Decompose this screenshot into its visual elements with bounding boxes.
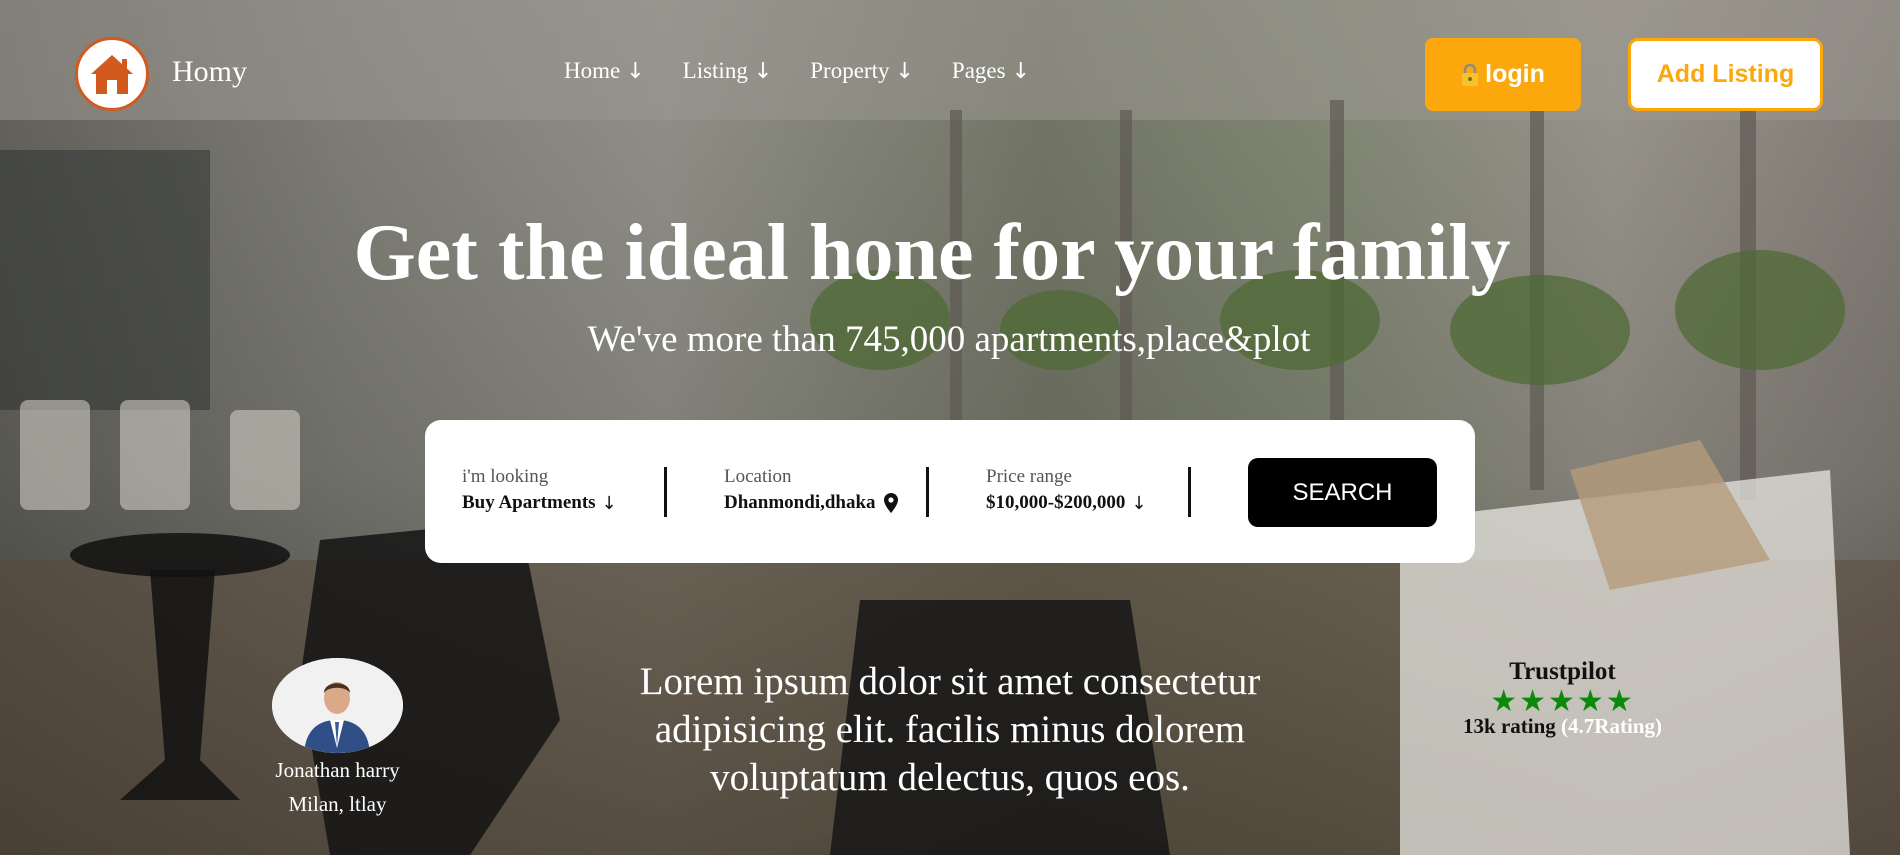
- nav-pages[interactable]: Pages ↓: [952, 58, 1030, 84]
- hero-subtitle: We've more than 745,000 apartments,place…: [0, 318, 1900, 361]
- location-label: Location: [724, 466, 792, 487]
- divider: [1188, 467, 1191, 517]
- brand-name[interactable]: Homy: [172, 55, 247, 89]
- trustpilot-title: Trustpilot: [1509, 658, 1616, 685]
- arrow-down-icon: ↓: [753, 58, 773, 84]
- home-icon: [91, 55, 133, 94]
- location-pin-icon: [883, 493, 898, 513]
- main-nav: Home ↓ Listing ↓ Property ↓ Pages ↓: [564, 58, 1068, 84]
- search-panel: i'm looking Buy Apartments ↓ Location Dh…: [425, 420, 1475, 563]
- add-listing-button[interactable]: Add Listing: [1628, 38, 1823, 111]
- trustpilot-rating: 13k rating (4.7Rating): [1440, 714, 1685, 739]
- login-label: login: [1485, 60, 1545, 88]
- looking-value: Buy Apartments: [462, 492, 596, 513]
- avatar: [272, 658, 403, 753]
- divider: [664, 467, 667, 517]
- price-value: $10,000-$200,000: [986, 492, 1126, 513]
- hero-title: Get the ideal hone for your family: [0, 205, 1900, 301]
- person-photo: [272, 658, 403, 753]
- testimonial-quote: Lorem ipsum dolor sit amet consectetur a…: [639, 660, 1261, 799]
- divider: [926, 467, 929, 517]
- arrow-down-icon: ↓: [626, 58, 645, 84]
- location-value: Dhanmondi,dhaka: [724, 492, 876, 513]
- nav-listing[interactable]: Listing ↓: [683, 58, 773, 84]
- nav-listing-label: Listing: [682, 58, 748, 83]
- login-button[interactable]: login: [1425, 38, 1581, 111]
- nav-pages-label: Pages: [951, 58, 1006, 83]
- price-field[interactable]: Price range $10,000-$200,000 ↓: [986, 466, 1146, 514]
- testimonial-location: Milan, ltlay: [288, 792, 387, 816]
- testimonial-name: Jonathan harry: [275, 758, 400, 782]
- hero-subtitle-text: We've more than 745,000 apartments,place…: [587, 319, 1311, 360]
- nav-home-label: Home: [564, 58, 621, 83]
- price-label: Price range: [986, 466, 1072, 487]
- looking-select[interactable]: Buy Apartments ↓: [462, 492, 617, 514]
- hero-title-text: Get the ideal hone for your family: [353, 209, 1511, 297]
- looking-label: i'm looking: [462, 466, 549, 487]
- location-field[interactable]: Location Dhanmondi,dhaka: [724, 466, 900, 514]
- brand-logo[interactable]: [75, 37, 149, 111]
- nav-property-label: Property: [810, 58, 890, 83]
- arrow-down-icon: ↓: [1131, 492, 1147, 514]
- rating-count: 13k rating: [1463, 714, 1556, 738]
- location-input[interactable]: Dhanmondi,dhaka: [724, 492, 900, 514]
- arrow-down-icon: ↓: [895, 58, 914, 84]
- rating-value: (4.7Rating): [1561, 714, 1662, 738]
- nav-property[interactable]: Property ↓: [810, 58, 914, 84]
- arrow-down-icon: ↓: [601, 492, 617, 514]
- search-button[interactable]: SEARCH: [1248, 458, 1437, 527]
- looking-field[interactable]: i'm looking Buy Apartments ↓: [462, 466, 617, 514]
- price-select[interactable]: $10,000-$200,000 ↓: [986, 492, 1146, 514]
- nav-home[interactable]: Home ↓: [564, 58, 645, 84]
- arrow-down-icon: ↓: [1011, 58, 1031, 84]
- lock-icon: [1462, 63, 1479, 86]
